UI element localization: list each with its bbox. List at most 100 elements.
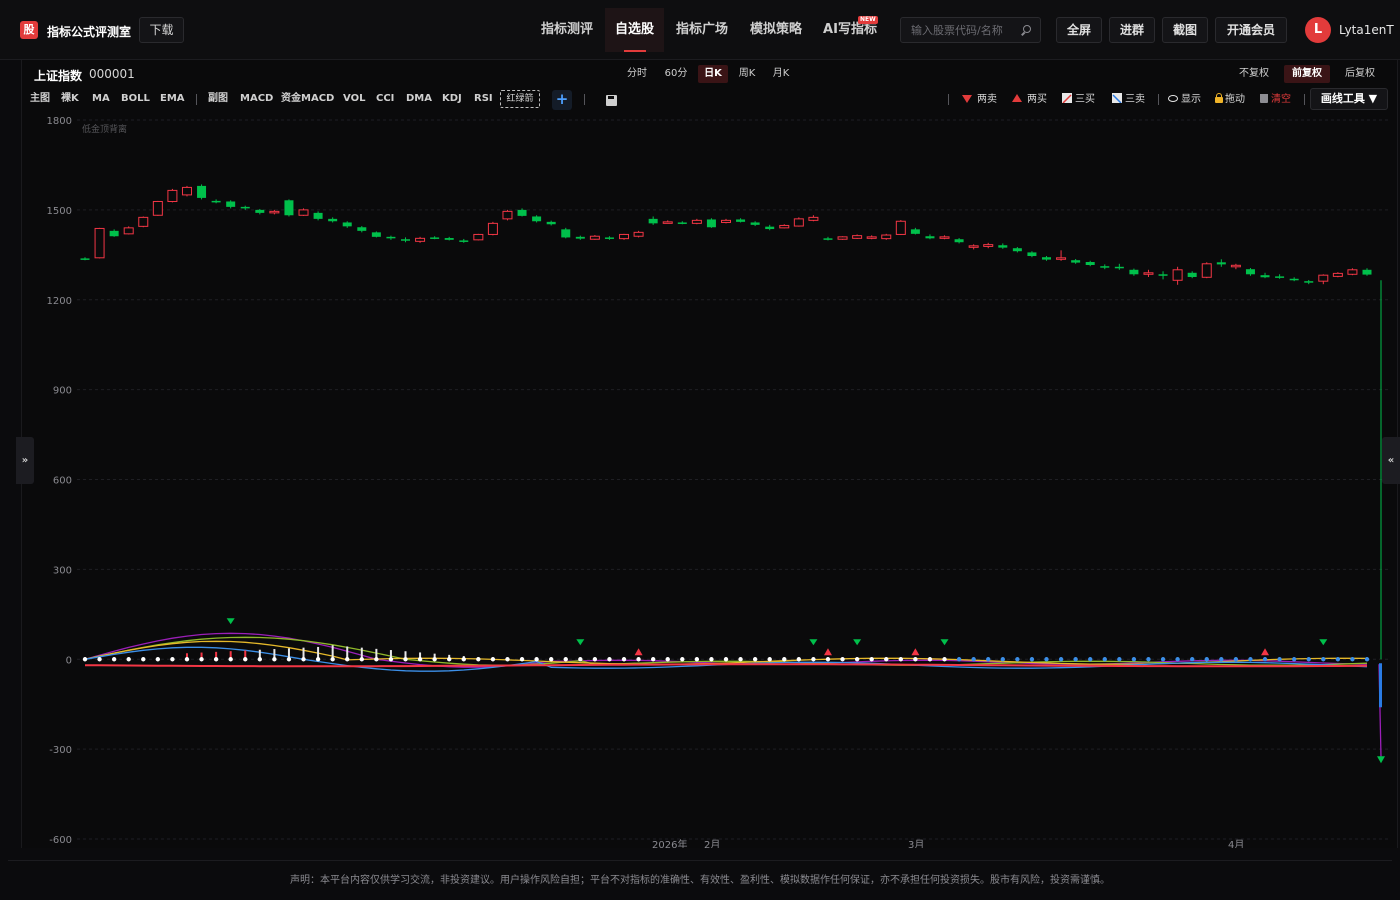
period-tab-daily[interactable]: 日K bbox=[698, 65, 728, 83]
signal-dot bbox=[942, 657, 947, 662]
ind-naked-k[interactable]: 裸K bbox=[61, 91, 79, 107]
candle-body bbox=[473, 233, 484, 241]
signal-dot bbox=[1102, 657, 1107, 662]
y-tick-label: -300 bbox=[49, 745, 72, 756]
ind-main-chart[interactable]: 主图 bbox=[30, 91, 50, 107]
signal-dot bbox=[1189, 657, 1195, 662]
signal-dot bbox=[519, 657, 525, 662]
membership-button[interactable]: 开通会员 bbox=[1215, 17, 1287, 43]
ind-sub-chart[interactable]: 副图 bbox=[208, 91, 228, 107]
signal-dot bbox=[1058, 657, 1064, 662]
adjust-none[interactable]: 不复权 bbox=[1232, 65, 1276, 83]
candle-body bbox=[852, 235, 863, 239]
adjust-backward[interactable]: 后复权 bbox=[1338, 65, 1382, 83]
avatar[interactable]: L bbox=[1305, 17, 1331, 43]
ind-dma[interactable]: DMA bbox=[406, 91, 432, 107]
arrow-down-icon bbox=[962, 95, 972, 103]
candle-body bbox=[255, 209, 265, 213]
ind-ema[interactable]: EMA bbox=[160, 91, 185, 107]
signal-dot bbox=[578, 657, 583, 662]
nav-label: 指标测评 bbox=[540, 22, 593, 37]
trash-icon bbox=[1260, 94, 1268, 103]
sell-signal-arrow bbox=[576, 639, 585, 646]
sell-signal-arrow bbox=[1319, 639, 1328, 646]
tool-three-buy[interactable]: 三买 bbox=[1062, 91, 1095, 109]
nav-sim-strategy[interactable]: 模拟策略 bbox=[742, 8, 810, 52]
ind-red-green-arrow[interactable]: 红绿箭 bbox=[500, 90, 540, 108]
buy-signal-arrow bbox=[823, 648, 832, 656]
signal-dot bbox=[199, 657, 204, 662]
nav-indicator-square[interactable]: 指标广场 bbox=[668, 8, 736, 52]
separator bbox=[584, 94, 585, 105]
symbol-name: 上证指数 bbox=[34, 69, 83, 83]
ind-cci[interactable]: CCI bbox=[376, 91, 394, 107]
ind-vol[interactable]: VOL bbox=[343, 91, 365, 107]
period-tab-monthly[interactable]: 月K bbox=[768, 65, 794, 83]
candle-body bbox=[648, 218, 658, 224]
app-logo[interactable]: 股 bbox=[20, 21, 38, 39]
y-tick-label: 300 bbox=[53, 565, 72, 576]
nav-indicator-review[interactable]: 指标测评 bbox=[533, 8, 601, 52]
signal-dot bbox=[592, 657, 598, 662]
signal-dot bbox=[956, 657, 962, 662]
ind-macd[interactable]: MACD bbox=[240, 91, 273, 107]
stock-search[interactable] bbox=[900, 17, 1041, 43]
join-group-button[interactable]: 进群 bbox=[1109, 17, 1155, 43]
save-icon[interactable] bbox=[606, 95, 617, 106]
chart-watermark: 低金顶背离 bbox=[82, 123, 127, 135]
collapse-right-toggle[interactable]: « bbox=[1382, 437, 1400, 484]
buy-signal-arrow bbox=[1261, 648, 1270, 656]
signal-dot bbox=[563, 657, 568, 662]
kline-chart[interactable]: 1800 1500 1200 900 600 300 0 -300 -600 低金顶背离 2026年… bbox=[22, 115, 1399, 848]
candle-body bbox=[1289, 278, 1299, 281]
candle-body bbox=[1114, 266, 1124, 269]
candle-body bbox=[750, 222, 760, 225]
signal-dot bbox=[913, 657, 918, 662]
period-tab-60min[interactable]: 60分 bbox=[660, 65, 692, 83]
nav-ai-indicator[interactable]: AI写指标 NEW bbox=[816, 8, 884, 52]
tool-show[interactable]: 显示 bbox=[1168, 91, 1201, 109]
signal-dot bbox=[1029, 657, 1035, 662]
add-indicator-button[interactable]: + bbox=[552, 90, 572, 110]
candle-body bbox=[342, 222, 352, 227]
candle-body bbox=[633, 231, 644, 237]
nav-watchlist[interactable]: 自选股 bbox=[605, 8, 664, 52]
adjust-forward[interactable]: 前复权 bbox=[1284, 65, 1330, 83]
candle-body bbox=[1362, 269, 1372, 275]
ind-rsi[interactable]: RSI bbox=[474, 91, 493, 107]
tool-clear[interactable]: 清空 bbox=[1260, 91, 1291, 109]
fullscreen-button[interactable]: 全屏 bbox=[1056, 17, 1102, 43]
signal-dot bbox=[1175, 657, 1180, 662]
period-tab-weekly[interactable]: 周K bbox=[734, 65, 760, 83]
candle-body bbox=[765, 226, 775, 230]
drawing-tools-dropdown[interactable]: 画线工具 ▼ bbox=[1310, 88, 1388, 110]
tool-two-sell[interactable]: 两卖 bbox=[962, 91, 997, 109]
ind-ma[interactable]: MA bbox=[92, 91, 110, 107]
signal-dot bbox=[898, 657, 904, 662]
tool-two-buy[interactable]: 两买 bbox=[1012, 91, 1047, 109]
candle-body bbox=[619, 233, 630, 240]
candle-body bbox=[401, 239, 410, 241]
app-title[interactable]: 指标公式评测室 bbox=[47, 23, 131, 40]
signal-dot bbox=[548, 657, 554, 662]
search-input[interactable] bbox=[911, 22, 1021, 38]
signal-dot bbox=[417, 657, 423, 662]
ind-kdj[interactable]: KDJ bbox=[442, 91, 462, 107]
signal-dot bbox=[184, 657, 190, 662]
username[interactable]: Lyta1enT bbox=[1339, 23, 1394, 37]
ind-boll[interactable]: BOLL bbox=[121, 91, 150, 107]
tool-three-sell[interactable]: 三卖 bbox=[1112, 91, 1145, 109]
signal-dot bbox=[971, 657, 976, 662]
tool-label: 清空 bbox=[1271, 94, 1291, 105]
ind-fund-macd[interactable]: 资金MACD bbox=[281, 91, 334, 107]
period-tab-intraday[interactable]: 分时 bbox=[622, 65, 652, 83]
search-icon[interactable] bbox=[1023, 25, 1031, 33]
collapse-left-toggle[interactable]: » bbox=[16, 437, 34, 484]
tool-drag[interactable]: 拖动 bbox=[1215, 91, 1245, 109]
y-tick-label: 1500 bbox=[47, 206, 72, 217]
screenshot-button[interactable]: 截图 bbox=[1162, 17, 1208, 43]
download-button[interactable]: 下载 bbox=[139, 17, 184, 43]
candle-body bbox=[226, 201, 236, 207]
signal-dot bbox=[1219, 657, 1224, 662]
candle-body bbox=[604, 237, 614, 239]
